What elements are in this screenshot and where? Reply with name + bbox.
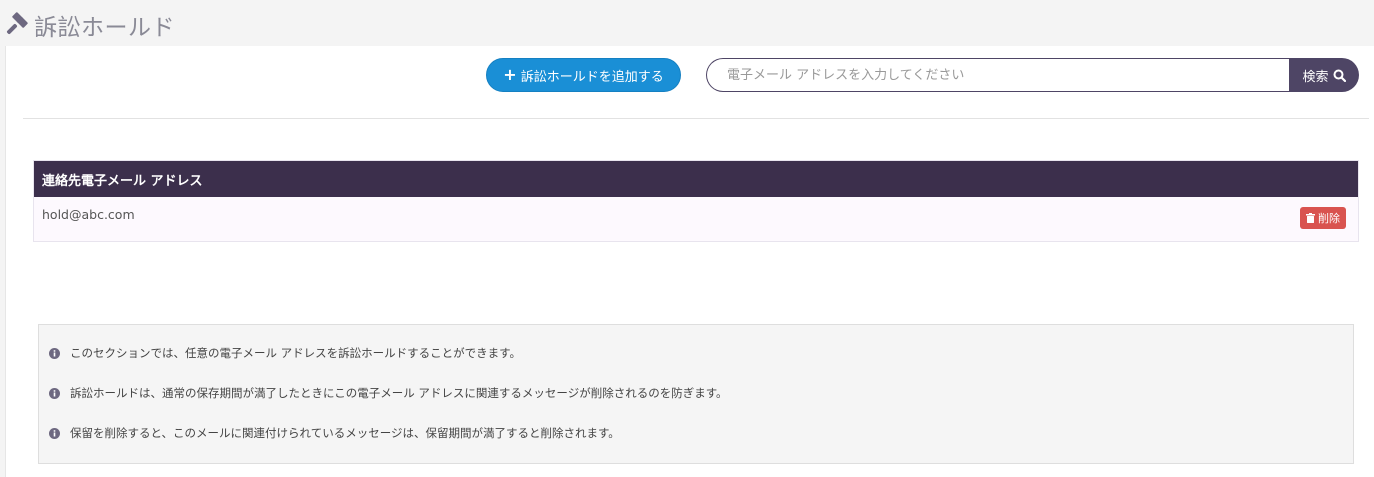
search-icon	[1333, 69, 1346, 82]
page-title: 訴訟ホールド	[34, 15, 175, 41]
info-item: このセクションでは、任意の電子メール アドレスを訴訟ホールドすることができます。	[49, 345, 521, 361]
delete-button-label: 削除	[1318, 212, 1340, 225]
page-header: 訴訟ホールド	[0, 0, 1374, 46]
add-litigation-hold-button[interactable]: + 訴訟ホールドを追加する	[486, 58, 681, 92]
info-text: 訴訟ホールドは、通常の保存期間が満了したときにこの電子メール アドレスに関連する…	[70, 386, 728, 400]
page-title-wrap: 訴訟ホールド	[4, 8, 175, 42]
trash-icon	[1306, 213, 1315, 223]
search-input[interactable]	[706, 58, 1289, 92]
content-panel: + 訴訟ホールドを追加する 検索 連絡先電子メール アドレス hold@abc.…	[5, 46, 1374, 477]
info-text: 保留を削除すると、このメールに関連付けられているメッセージは、保留期間が満了する…	[70, 426, 620, 440]
gavel-icon	[4, 12, 30, 38]
email-cell: hold@abc.com	[42, 207, 135, 222]
search-button-label: 検索	[1302, 69, 1329, 85]
info-item: 保留を削除すると、このメールに関連付けられているメッセージは、保留期間が満了する…	[49, 425, 620, 441]
table-header: 連絡先電子メール アドレス	[34, 161, 1358, 197]
plus-icon: +	[503, 65, 517, 84]
delete-button[interactable]: 削除	[1300, 207, 1346, 229]
info-icon	[49, 347, 60, 359]
search-button[interactable]: 検索	[1289, 58, 1359, 92]
column-header-email: 連絡先電子メール アドレス	[42, 173, 203, 189]
search-box: 検索	[706, 58, 1359, 92]
table-row: hold@abc.com 削除	[34, 197, 1358, 241]
info-box: このセクションでは、任意の電子メール アドレスを訴訟ホールドすることができます。…	[38, 324, 1354, 464]
info-icon	[49, 387, 60, 399]
divider	[23, 118, 1369, 119]
info-item: 訴訟ホールドは、通常の保存期間が満了したときにこの電子メール アドレスに関連する…	[49, 385, 728, 401]
email-table: 連絡先電子メール アドレス hold@abc.com 削除	[33, 160, 1359, 242]
add-button-label: 訴訟ホールドを追加する	[520, 69, 664, 85]
info-text: このセクションでは、任意の電子メール アドレスを訴訟ホールドすることができます。	[70, 346, 522, 360]
info-icon	[49, 427, 60, 439]
